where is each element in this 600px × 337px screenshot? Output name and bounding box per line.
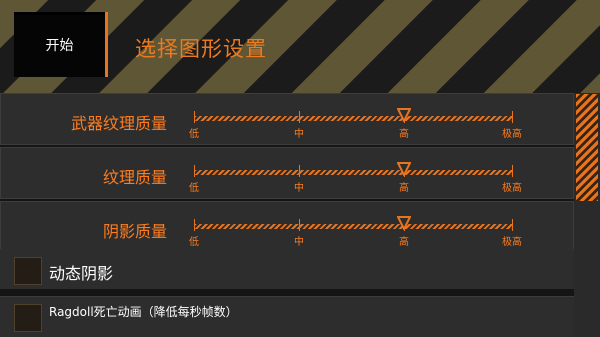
slider-tick [512, 165, 513, 177]
hazard-stripe-header: 开始 选择图形设置 [0, 0, 600, 93]
scrollbar-thumb[interactable] [576, 94, 598, 201]
slider-label: 武器纹理质量 [70, 114, 167, 133]
slider-tick [194, 165, 195, 177]
tick-label-mid: 中 [294, 237, 304, 248]
dynamic-shadow-checkbox[interactable] [14, 257, 42, 285]
slider-row-texture: 纹理质量 低 中 高 极高 [0, 147, 574, 199]
tick-label-high: 高 [399, 129, 409, 140]
slider-tick [194, 219, 195, 231]
scrollbar[interactable] [574, 93, 600, 337]
tick-label-high: 高 [399, 237, 409, 248]
slider-row-shadow: 阴影质量 低 中 高 极高 [0, 201, 574, 253]
tick-label-mid: 中 [294, 183, 304, 194]
slider-handle[interactable] [397, 108, 411, 122]
settings-list: 武器纹理质量 低 中 高 极高 纹理质量 低 中 高 极高 阴影质量 低 中 高… [0, 93, 574, 337]
quality-slider-track[interactable] [194, 170, 513, 175]
slider-tick [194, 111, 195, 123]
ragdoll-checkbox[interactable] [14, 304, 42, 332]
page-title: 选择图形设置 [135, 37, 267, 61]
slider-tick [299, 219, 300, 231]
start-button-label: 开始 [45, 37, 74, 54]
quality-slider-track[interactable] [194, 116, 513, 121]
tick-label-high: 高 [399, 183, 409, 194]
slider-tick [299, 111, 300, 123]
slider-tick [512, 111, 513, 123]
quality-slider-track[interactable] [194, 224, 513, 229]
slider-tick [299, 165, 300, 177]
slider-label: 纹理质量 [102, 168, 167, 187]
tick-label-mid: 中 [294, 129, 304, 140]
toggle-row-dynamic-shadow[interactable]: 动态阴影 [0, 249, 574, 289]
tick-label-low: 低 [189, 129, 199, 140]
toggle-row-ragdoll[interactable]: Ragdoll死亡动画（降低每秒帧数） [0, 296, 574, 337]
tick-label-ultra: 极高 [502, 129, 522, 140]
tick-label-ultra: 极高 [502, 183, 522, 194]
slider-label: 阴影质量 [102, 222, 167, 241]
toggle-label: 动态阴影 [49, 264, 114, 283]
slider-tick [512, 219, 513, 231]
tick-label-ultra: 极高 [502, 237, 522, 248]
slider-row-weapon-texture: 武器纹理质量 低 中 高 极高 [0, 93, 574, 145]
slider-handle[interactable] [397, 162, 411, 176]
slider-handle[interactable] [397, 216, 411, 230]
tick-label-low: 低 [189, 237, 199, 248]
toggle-label: Ragdoll死亡动画（降低每秒帧数） [49, 305, 238, 319]
tick-label-low: 低 [189, 183, 199, 194]
start-button[interactable]: 开始 [14, 12, 108, 77]
